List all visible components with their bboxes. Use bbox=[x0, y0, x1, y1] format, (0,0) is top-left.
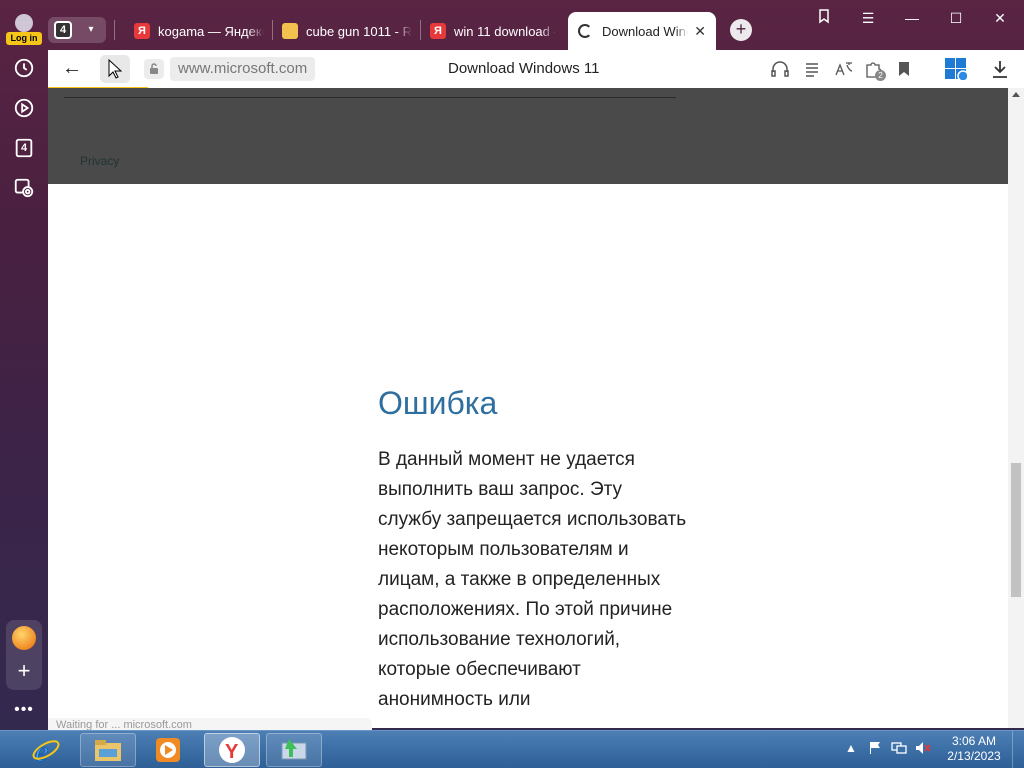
tab-kogama[interactable]: Я kogama — Яндекс bbox=[134, 15, 264, 47]
bookmark-tabs-icon[interactable] bbox=[810, 8, 838, 28]
back-button[interactable]: ← bbox=[60, 57, 84, 81]
tab-download-windows[interactable]: Download Windows 11 ✕ bbox=[568, 12, 716, 50]
sidebar-more-icon[interactable]: ••• bbox=[12, 702, 36, 722]
windows-taskbar: e Y ▲ 3:06 AM 2/13/2023 bbox=[0, 730, 1024, 768]
lock-icon[interactable] bbox=[144, 59, 164, 79]
reader-mode-icon[interactable] bbox=[802, 59, 822, 79]
close-window-icon[interactable]: ✕ bbox=[986, 8, 1014, 28]
download-icon[interactable] bbox=[990, 59, 1010, 79]
tab-manager-button[interactable]: 4 ▾ bbox=[48, 17, 106, 43]
address-toolbar: ← www.microsoft.com Download Windows 11 … bbox=[48, 50, 1024, 88]
new-tab-button[interactable]: + bbox=[730, 19, 752, 41]
forward-button[interactable] bbox=[100, 55, 130, 83]
add-app-button[interactable]: + bbox=[12, 660, 36, 684]
tray-expand-icon[interactable]: ▲ bbox=[842, 739, 860, 757]
vertical-scrollbar[interactable] bbox=[1008, 88, 1024, 728]
history-icon[interactable] bbox=[12, 56, 36, 80]
alice-assistant-icon[interactable] bbox=[12, 626, 36, 650]
dimmed-footer-region: Privacy bbox=[48, 88, 1008, 184]
scrollbar-thumb[interactable] bbox=[1011, 463, 1021, 597]
roblox-thumb-icon bbox=[282, 23, 298, 39]
chevron-down-icon: ▾ bbox=[88, 24, 94, 35]
clock-date: 2/13/2023 bbox=[947, 749, 1001, 763]
login-button[interactable]: Log in bbox=[6, 14, 42, 46]
headphones-icon[interactable] bbox=[770, 59, 790, 79]
tab-divider bbox=[272, 20, 273, 40]
yandex-icon: Я bbox=[134, 23, 150, 39]
minimize-icon[interactable]: — bbox=[898, 8, 926, 28]
sidebar-tabs-badge: 4 bbox=[20, 142, 28, 154]
page-viewport: Privacy Ошибка В данный момент не удаетс… bbox=[48, 88, 1024, 728]
tab-cube-gun[interactable]: cube gun 1011 - Roblox bbox=[282, 15, 412, 47]
action-center-flag-icon[interactable] bbox=[866, 739, 884, 757]
screenshot-icon[interactable] bbox=[12, 176, 36, 200]
tab-count: 4 bbox=[54, 21, 72, 39]
translate-icon[interactable] bbox=[834, 59, 854, 79]
extensions-icon[interactable]: 2 bbox=[864, 59, 886, 81]
tab-title: win 11 download — Яндекс bbox=[454, 23, 556, 39]
browser-sidebar: Log in 4 + ••• bbox=[0, 0, 48, 730]
tab-win11-download[interactable]: Я win 11 download — Яндекс bbox=[430, 15, 556, 47]
media-player-icon[interactable] bbox=[140, 733, 196, 767]
tab-divider bbox=[114, 20, 115, 40]
tab-title: Download Windows 11 bbox=[602, 23, 688, 39]
tab-title: kogama — Яндекс bbox=[158, 23, 264, 39]
internet-explorer-icon[interactable]: e bbox=[18, 733, 74, 767]
bookmark-icon[interactable] bbox=[894, 59, 914, 79]
tab-title: cube gun 1011 - Roblox bbox=[306, 23, 412, 39]
mouse-cursor-icon bbox=[108, 59, 122, 79]
network-icon[interactable] bbox=[890, 739, 908, 757]
privacy-link[interactable]: Privacy bbox=[80, 154, 119, 168]
extensions-badge: 2 bbox=[875, 70, 886, 81]
maximize-icon[interactable]: ☐ bbox=[942, 8, 970, 28]
file-explorer-icon[interactable] bbox=[80, 733, 136, 767]
user-avatar-icon bbox=[15, 14, 33, 32]
error-message: В данный момент не удается выполнить ваш… bbox=[378, 449, 687, 710]
address-input[interactable]: www.microsoft.com bbox=[170, 57, 316, 81]
login-label: Log in bbox=[6, 32, 42, 45]
svg-text:Y: Y bbox=[225, 741, 239, 763]
play-icon[interactable] bbox=[12, 96, 36, 120]
system-clock[interactable]: 3:06 AM 2/13/2023 bbox=[944, 734, 1004, 764]
scroll-up-arrow-icon[interactable] bbox=[1012, 92, 1020, 97]
show-desktop-button[interactable] bbox=[1012, 731, 1024, 768]
windows-logo-icon[interactable] bbox=[944, 57, 968, 81]
footer-divider bbox=[64, 97, 676, 98]
tab-divider bbox=[420, 20, 421, 40]
error-title: Ошибка bbox=[378, 385, 498, 421]
clock-time: 3:06 AM bbox=[951, 734, 997, 748]
volume-muted-icon[interactable] bbox=[914, 739, 932, 757]
collections-icon[interactable]: 4 bbox=[12, 136, 36, 160]
menu-icon[interactable]: ☰ bbox=[854, 8, 882, 28]
close-tab-icon[interactable]: ✕ bbox=[694, 23, 706, 40]
yandex-icon: Я bbox=[430, 23, 446, 39]
yandex-browser-icon[interactable]: Y bbox=[204, 733, 260, 767]
sidebar-apps-dock: + bbox=[6, 620, 42, 690]
installer-icon[interactable] bbox=[266, 733, 322, 767]
loading-spinner-icon bbox=[578, 24, 592, 38]
page-title: Download Windows 11 bbox=[448, 60, 600, 77]
